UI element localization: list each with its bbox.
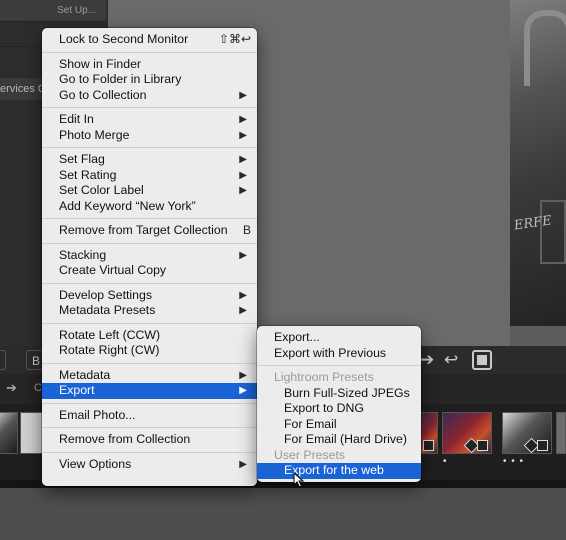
menu-item-set-color-label[interactable]: Set Color Label ▶ bbox=[42, 183, 257, 199]
menu-separator bbox=[42, 451, 257, 453]
menu-item-label: Stacking bbox=[59, 247, 107, 262]
menu-item-label: View Options bbox=[59, 456, 132, 471]
photo-arch bbox=[524, 10, 566, 86]
submenu-item-export[interactable]: Export... bbox=[257, 330, 421, 346]
menu-item-label: Metadata Presets bbox=[59, 303, 156, 317]
menu-item-lock-second-monitor[interactable]: Lock to Second Monitor ⇧⌘↩ bbox=[42, 32, 257, 48]
loupe-view-icon[interactable] bbox=[472, 350, 492, 370]
menu-item-label: Set Color Label bbox=[59, 183, 144, 197]
menu-item-set-rating[interactable]: Set Rating ▶ bbox=[42, 168, 257, 184]
menu-item-metadata[interactable]: Metadata ▶ bbox=[42, 368, 257, 384]
edit-badge-icon bbox=[477, 440, 488, 451]
menu-separator bbox=[42, 147, 257, 148]
filmstrip-nav-icon[interactable]: ➔ bbox=[6, 380, 17, 396]
chevron-right-icon: ▶ bbox=[239, 305, 247, 316]
menu-item-label: Go to Collection bbox=[59, 87, 147, 102]
menu-item-stacking[interactable]: Stacking ▶ bbox=[42, 248, 257, 264]
export-submenu: Export... Export with Previous Lightroom… bbox=[257, 326, 421, 482]
chevron-right-icon: ▶ bbox=[239, 369, 247, 381]
menu-item-metadata-presets[interactable]: Metadata Presets ▶ bbox=[42, 303, 257, 319]
menu-separator bbox=[42, 107, 257, 108]
menu-item-add-keyword[interactable]: Add Keyword “New York” bbox=[42, 199, 257, 215]
shortcut-hint: ⇧⌘↩ bbox=[218, 32, 251, 46]
submenu-header-user-presets: User Presets bbox=[274, 447, 346, 462]
menu-separator bbox=[42, 282, 257, 284]
mouse-pointer-icon bbox=[293, 472, 305, 488]
menu-item-label: Metadata bbox=[59, 367, 111, 382]
chevron-right-icon: ▶ bbox=[239, 385, 247, 396]
filmstrip-thumbnail[interactable] bbox=[20, 412, 44, 454]
menu-separator bbox=[42, 51, 257, 53]
filmstrip-thumbnail[interactable] bbox=[0, 412, 18, 454]
menu-item-remove-from-collection[interactable]: Remove from Collection bbox=[42, 432, 257, 448]
photo-door bbox=[540, 200, 566, 264]
menu-item-export[interactable]: Export ▶ bbox=[42, 383, 257, 399]
menu-separator bbox=[42, 218, 257, 219]
filmstrip-source-label[interactable]: C bbox=[34, 382, 42, 394]
badge-icon bbox=[423, 440, 434, 451]
menu-item-view-options[interactable]: View Options ▶ bbox=[42, 457, 257, 473]
submenu-item-export-with-previous[interactable]: Export with Previous bbox=[257, 346, 421, 362]
menu-separator bbox=[257, 365, 421, 366]
context-menu: Lock to Second Monitor ⇧⌘↩ Show in Finde… bbox=[42, 28, 257, 486]
chevron-right-icon: ▶ bbox=[239, 458, 247, 470]
chevron-right-icon: ▶ bbox=[239, 169, 247, 181]
menu-item-label: Set Rating bbox=[59, 167, 117, 182]
menu-item-rotate-left[interactable]: Rotate Left (CCW) bbox=[42, 328, 257, 344]
menu-separator bbox=[42, 362, 257, 364]
chevron-right-icon: ▶ bbox=[239, 89, 247, 101]
submenu-item-for-email[interactable]: For Email bbox=[257, 417, 421, 433]
submenu-item-export-dng[interactable]: Export to DNG bbox=[257, 401, 421, 417]
submenu-item-for-email-hard-drive[interactable]: For Email (Hard Drive) bbox=[257, 432, 421, 448]
toolbar-button-left[interactable] bbox=[0, 350, 6, 370]
submenu-header-lightroom-presets: Lightroom Presets bbox=[274, 370, 374, 384]
menu-item-go-to-folder[interactable]: Go to Folder in Library bbox=[42, 72, 257, 88]
chevron-right-icon: ▶ bbox=[239, 114, 247, 125]
menu-item-develop-settings[interactable]: Develop Settings ▶ bbox=[42, 288, 257, 304]
menu-item-create-virtual-copy[interactable]: Create Virtual Copy bbox=[42, 263, 257, 279]
submenu-item-burn-jpegs[interactable]: Burn Full-Sized JPEGs bbox=[257, 386, 421, 402]
window-bottom bbox=[0, 488, 566, 540]
setup-button[interactable]: Set Up... bbox=[0, 0, 106, 22]
menu-item-email-photo[interactable]: Email Photo... bbox=[42, 408, 257, 424]
chevron-right-icon: ▶ bbox=[239, 129, 247, 141]
menu-item-show-in-finder[interactable]: Show in Finder bbox=[42, 57, 257, 73]
filmstrip-thumbnail[interactable]: • bbox=[442, 412, 492, 467]
menu-item-label: Edit In bbox=[59, 112, 94, 126]
shortcut-hint: B bbox=[242, 223, 251, 237]
undo-arrow-icon[interactable]: ↩ bbox=[444, 350, 458, 370]
menu-item-label: Lock to Second Monitor bbox=[59, 32, 189, 46]
chevron-right-icon: ▶ bbox=[239, 249, 247, 261]
menu-item-go-to-collection[interactable]: Go to Collection ▶ bbox=[42, 88, 257, 104]
photo-preview: ERFE bbox=[510, 0, 566, 326]
menu-item-rotate-right[interactable]: Rotate Right (CW) bbox=[42, 343, 257, 359]
next-arrow-icon[interactable]: ➔ bbox=[420, 350, 434, 370]
filmstrip-thumbnail[interactable] bbox=[418, 412, 438, 454]
submenu-item-export-for-web[interactable]: Export for the web bbox=[257, 463, 421, 479]
thumb-rating: • • • bbox=[503, 456, 525, 467]
menu-separator bbox=[42, 242, 257, 244]
chevron-right-icon: ▶ bbox=[239, 289, 247, 301]
menu-separator bbox=[42, 402, 257, 404]
menu-item-label: Remove from Target Collection bbox=[59, 223, 228, 237]
menu-item-label: Export bbox=[59, 383, 95, 397]
menu-item-label: Develop Settings bbox=[59, 287, 152, 302]
menu-item-remove-from-target[interactable]: Remove from Target Collection B bbox=[42, 223, 257, 239]
menu-item-set-flag[interactable]: Set Flag ▶ bbox=[42, 152, 257, 168]
chevron-right-icon: ▶ bbox=[239, 154, 247, 165]
menu-item-label: Set Flag bbox=[59, 152, 105, 166]
menu-item-photo-merge[interactable]: Photo Merge ▶ bbox=[42, 128, 257, 144]
edit-badge-icon bbox=[537, 440, 548, 451]
filmstrip-thumbnail[interactable] bbox=[556, 412, 566, 454]
menu-item-edit-in[interactable]: Edit In ▶ bbox=[42, 112, 257, 128]
menu-separator bbox=[42, 427, 257, 428]
menu-separator bbox=[42, 322, 257, 324]
filmstrip-thumbnail[interactable]: • • • bbox=[502, 412, 552, 467]
thumb-rating: • bbox=[443, 456, 448, 467]
menu-item-label: Photo Merge bbox=[59, 127, 130, 142]
chevron-right-icon: ▶ bbox=[239, 185, 247, 196]
